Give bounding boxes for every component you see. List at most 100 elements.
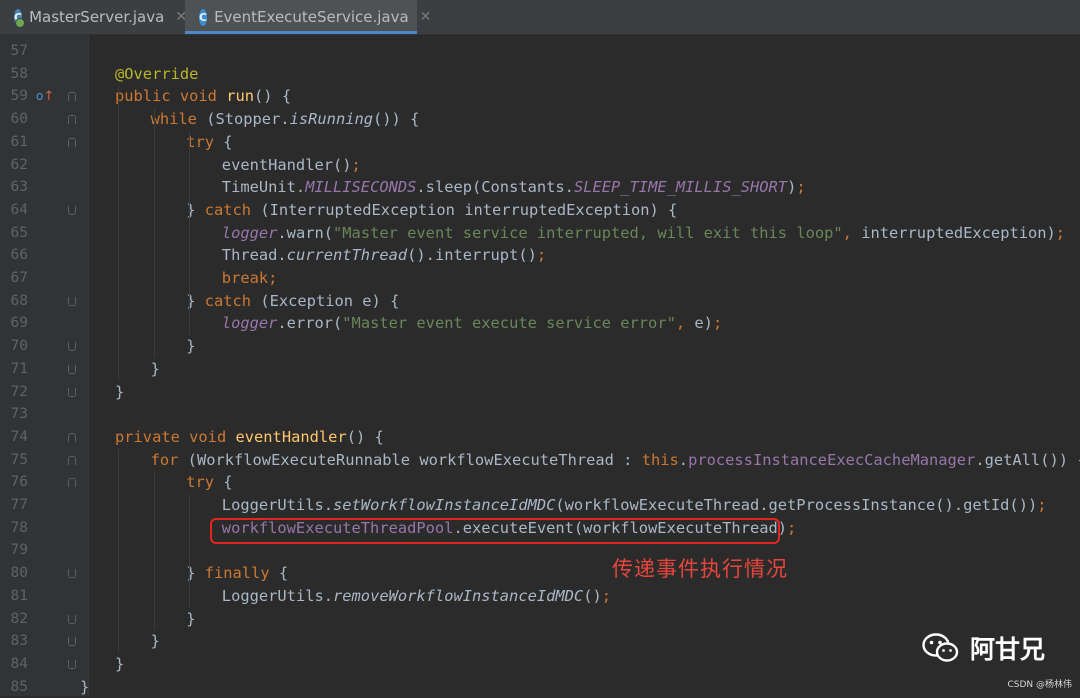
fold-marker-icon[interactable]	[68, 455, 76, 465]
code-line[interactable]: 64} catch (InterruptedException interrup…	[0, 199, 1080, 222]
code-token: setWorkflowInstanceIdMDC	[333, 496, 556, 514]
line-number: 75	[10, 451, 28, 468]
code-text: try {	[186, 131, 232, 154]
code-token: ;	[712, 314, 723, 333]
code-line[interactable]: 70}	[0, 335, 1080, 358]
fold-marker-icon[interactable]	[68, 296, 76, 306]
code-line[interactable]: 74 private void eventHandler() {	[0, 426, 1080, 449]
code-line[interactable]: 60 while (Stopper.isRunning()) {	[0, 108, 1080, 131]
fold-marker-icon[interactable]	[68, 387, 76, 397]
line-number: 68	[10, 292, 28, 309]
code-line[interactable]: 58 @Override	[0, 63, 1080, 86]
code-line[interactable]: 81 LoggerUtils.removeWorkflowInstanceIdMD…	[0, 585, 1080, 608]
code-text: while (Stopper.isRunning()) {	[151, 108, 420, 131]
code-token: private	[115, 427, 190, 446]
code-text: Thread.currentThread().interrupt();	[222, 244, 546, 267]
code-text: LoggerUtils.removeWorkflowInstanceIdMDC(…	[222, 585, 611, 608]
code-line[interactable]: 67 break;	[0, 267, 1080, 290]
code-line[interactable]: 76 try {	[0, 471, 1080, 494]
line-number: 67	[10, 270, 28, 286]
code-line[interactable]: 65 logger.warn("Master event service inte…	[0, 222, 1080, 245]
wechat-logo-icon	[922, 633, 959, 662]
code-token: {	[223, 473, 233, 492]
code-text: }	[80, 676, 89, 698]
code-token: eventHandler()	[221, 155, 352, 174]
fold-marker-icon[interactable]	[68, 614, 76, 624]
code-token: (Stopper.	[206, 110, 290, 129]
code-line[interactable]: 62 eventHandler();	[0, 154, 1080, 177]
fold-marker-icon[interactable]	[68, 364, 76, 374]
code-line[interactable]: 59 o↑ public void run() {	[0, 85, 1080, 108]
code-line[interactable]: 73	[0, 403, 1080, 426]
code-token: .warn(	[277, 223, 334, 242]
code-token: ;	[351, 155, 361, 174]
code-token: (InterruptedException interruptedExcepti…	[260, 200, 678, 219]
line-number: 84	[10, 655, 28, 672]
fold-marker-icon[interactable]	[68, 478, 76, 488]
code-token: interruptedException)	[861, 223, 1056, 242]
code-token: }	[150, 359, 160, 378]
line-number: 80	[10, 565, 28, 582]
code-line[interactable]: 85}	[0, 676, 1080, 698]
code-token: LoggerUtils.	[221, 496, 333, 514]
fold-marker-icon[interactable]	[68, 205, 76, 215]
line-number: 62	[10, 156, 28, 173]
code-text: LoggerUtils.setWorkflowInstanceIdMDC(wor…	[222, 494, 1047, 517]
line-number: 60	[10, 111, 28, 128]
tab-master-server[interactable]: C MasterServer.java ✕	[0, 0, 187, 34]
code-line[interactable]: 80 } finally {	[0, 562, 1080, 585]
fold-marker-icon[interactable]	[68, 637, 76, 647]
line-number: 77	[10, 497, 28, 513]
code-text: } finally {	[186, 562, 288, 585]
code-line[interactable]: 77 LoggerUtils.setWorkflowInstanceIdMDC(w…	[0, 494, 1080, 517]
code-text: } catch (Exception e) {	[186, 290, 399, 313]
code-token: }	[115, 654, 125, 673]
code-line[interactable]: 68 } catch (Exception e) {	[0, 290, 1080, 313]
code-token: ().interrupt()	[407, 246, 537, 265]
override-icon[interactable]: o↑	[36, 85, 54, 109]
code-line[interactable]: 69 logger.error("Master event execute ser…	[0, 312, 1080, 335]
code-line[interactable]: 84}	[0, 653, 1080, 676]
fold-marker-icon[interactable]	[68, 432, 76, 442]
code-editor[interactable]: 57 58 @Override 59 o↑ public void run() { 60 wh…	[0, 35, 1080, 696]
tab-event-execute-service[interactable]: C EventExecuteService.java ✕	[185, 0, 431, 34]
code-token: removeWorkflowInstanceIdMDC	[333, 586, 584, 605]
line-number: 71	[10, 360, 28, 377]
java-class-icon: C	[14, 8, 26, 28]
code-token: }	[186, 609, 196, 628]
tab-label: EventExecuteService.java	[214, 8, 409, 26]
fold-marker-icon[interactable]	[68, 137, 76, 147]
fold-marker-icon[interactable]	[68, 659, 76, 669]
code-token: (Exception e) {	[260, 291, 400, 310]
code-text: } catch (InterruptedException interrupte…	[186, 199, 677, 222]
code-line[interactable]: 75 for (WorkflowExecuteRunnable workflowE…	[0, 449, 1080, 472]
code-token: MILLISECONDS	[305, 178, 417, 197]
code-line[interactable]: 61 try {	[0, 131, 1080, 154]
line-number: 78	[10, 519, 28, 536]
indent-guide	[189, 494, 191, 608]
code-token: void	[179, 87, 227, 106]
code-token: catch	[204, 200, 261, 219]
code-token: }	[80, 677, 90, 696]
code-token: break;	[221, 269, 278, 287]
fold-marker-icon[interactable]	[68, 342, 76, 352]
line-number: 58	[10, 65, 28, 82]
code-line[interactable]: 72}	[0, 381, 1080, 404]
fold-marker-icon[interactable]	[68, 115, 76, 125]
code-line[interactable]: 66 Thread.currentThread().interrupt();	[0, 244, 1080, 267]
code-line[interactable]: 57	[0, 40, 1080, 63]
code-line[interactable]: 83}	[0, 630, 1080, 653]
code-line[interactable]: 82}	[0, 608, 1080, 631]
editor-tab-bar: C MasterServer.java ✕ C EventExecuteServ…	[0, 0, 1080, 35]
fold-marker-icon[interactable]	[68, 569, 76, 579]
close-icon[interactable]: ✕	[420, 9, 432, 25]
code-token: ;	[1037, 496, 1047, 514]
code-line[interactable]: 71}	[0, 358, 1080, 381]
wechat-watermark: 阿甘兄	[922, 630, 1045, 666]
code-line[interactable]: 63 TimeUnit.MILLISECONDS.sleep(Constants.…	[0, 176, 1080, 199]
code-token: currentThread	[286, 246, 408, 265]
code-token: () {	[346, 427, 384, 446]
fold-marker-icon[interactable]	[68, 92, 76, 102]
code-text: for (WorkflowExecuteRunnable workflowExe…	[151, 449, 1080, 472]
line-number: 70	[10, 338, 28, 355]
